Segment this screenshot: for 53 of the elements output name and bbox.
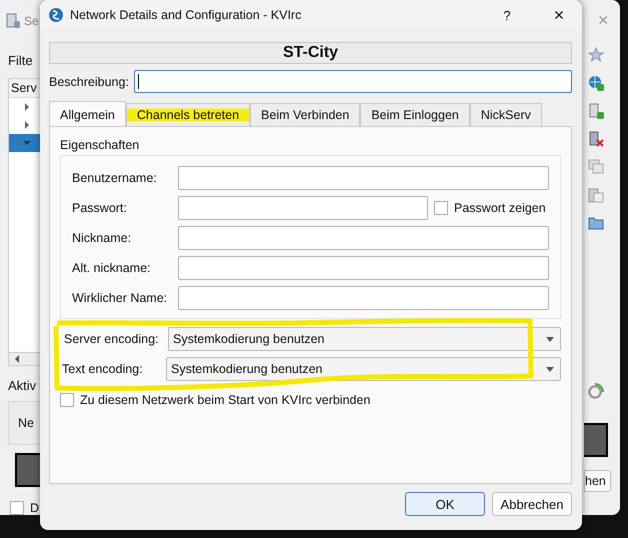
dropdown-arrow-icon[interactable] (546, 366, 554, 372)
tab[interactable]: Channels betreten (126, 103, 250, 126)
star-icon[interactable] (588, 47, 604, 63)
copy-icon[interactable] (588, 159, 604, 175)
active-label: Aktiv (8, 378, 38, 394)
checkbox-label: D (30, 501, 40, 515)
input-field[interactable] (178, 256, 549, 280)
field-label: Text encoding: (62, 362, 144, 376)
checkbox-label: Passwort zeigen (454, 201, 546, 215)
checkbox[interactable] (60, 393, 74, 407)
field-label: Passwort: (72, 201, 128, 215)
checkbox[interactable] (434, 201, 448, 215)
input-field[interactable] (178, 226, 549, 250)
filter-label: Filte (8, 53, 34, 68)
tab[interactable]: Beim Einloggen (360, 103, 470, 126)
checkbox-label: Zu diesem Netzwerk beim Start von KVIrc verbinden (80, 393, 370, 407)
collapse-arrow-icon[interactable] (23, 139, 31, 148)
field-label: Alt. nickname: (72, 261, 152, 275)
expand-arrow-icon[interactable] (23, 103, 31, 112)
dropdown-arrow-icon[interactable] (546, 336, 554, 342)
network-name: ST-City (49, 42, 572, 64)
window-title: Se (24, 14, 39, 28)
input-field[interactable] (178, 286, 549, 310)
description-field[interactable] (134, 70, 572, 93)
cancel-button[interactable]: Abbrechen (492, 492, 572, 516)
description-label: Beschreibung: (49, 74, 129, 88)
group-title: Eigenschaften (60, 138, 140, 152)
checkbox[interactable] (10, 501, 24, 515)
close-button[interactable]: × (536, 4, 582, 26)
tab[interactable]: NickServ (470, 103, 542, 126)
server-add-icon[interactable] (588, 103, 604, 119)
button[interactable]: hen (584, 470, 611, 492)
server-delete-icon[interactable] (588, 131, 604, 147)
input-field[interactable] (178, 166, 549, 190)
field-label: Server encoding: (64, 332, 160, 346)
expand-arrow-icon[interactable] (23, 121, 31, 130)
password-field[interactable] (178, 196, 428, 220)
tab[interactable]: Beim Verbinden (250, 103, 360, 126)
field-label: Wirklicher Name: (72, 291, 168, 305)
dark-panel (584, 423, 608, 457)
field-label: Nickname: (72, 231, 132, 245)
refresh-icon[interactable] (586, 383, 604, 401)
server-list-icon (5, 12, 21, 29)
paste-icon[interactable] (588, 187, 604, 203)
help-button[interactable]: ? (484, 8, 530, 22)
tab[interactable]: Allgemein (49, 101, 126, 126)
window-title: Network Details and Configuration - KVIrc (70, 8, 302, 22)
globe-add-icon[interactable] (588, 75, 604, 91)
ok-button[interactable]: OK (405, 492, 485, 516)
dropdown[interactable]: Systemkodierung benutzen (168, 327, 561, 351)
folder-icon[interactable] (588, 215, 604, 231)
kvirc-logo-icon (48, 7, 64, 23)
field-label: Benutzername: (72, 171, 158, 185)
